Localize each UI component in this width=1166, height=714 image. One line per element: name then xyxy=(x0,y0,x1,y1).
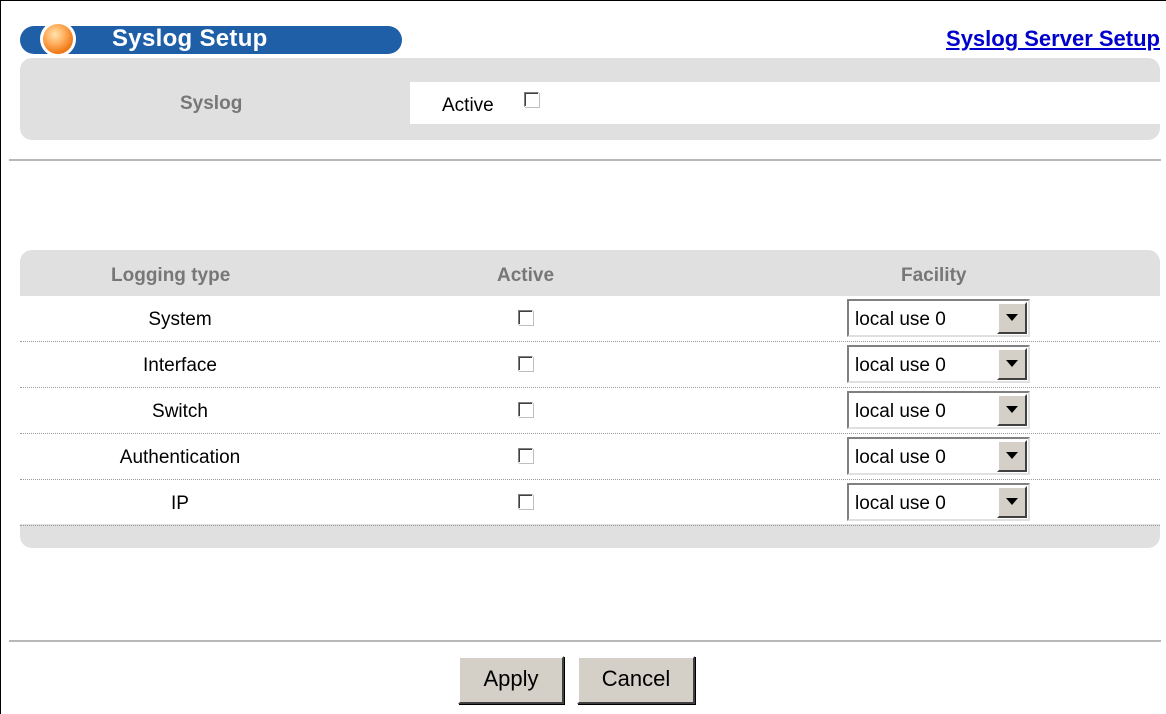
frame-top-border xyxy=(0,0,1166,1)
chevron-down-icon[interactable] xyxy=(997,348,1027,380)
cancel-button[interactable]: Cancel xyxy=(577,656,695,704)
syslog-server-setup-link[interactable]: Syslog Server Setup xyxy=(946,26,1160,52)
chevron-down-icon[interactable] xyxy=(997,394,1027,426)
divider-top xyxy=(9,159,1161,162)
page-title: Syslog Setup xyxy=(112,25,268,52)
table-row: Interface local use 0 xyxy=(20,342,1160,388)
chevron-down-icon[interactable] xyxy=(997,440,1027,472)
logging-type-label: System xyxy=(148,309,212,330)
syslog-value-cell: Active xyxy=(410,82,1160,124)
facility-value: local use 0 xyxy=(855,493,946,514)
facility-select[interactable]: local use 0 xyxy=(847,483,1030,521)
logging-type-label: Switch xyxy=(152,401,208,422)
facility-select[interactable]: local use 0 xyxy=(847,345,1030,383)
syslog-label: Syslog xyxy=(180,93,243,114)
chevron-down-icon[interactable] xyxy=(997,302,1027,334)
column-header-facility: Facility xyxy=(901,265,967,286)
active-checkbox[interactable] xyxy=(518,310,533,325)
active-checkbox[interactable] xyxy=(518,402,533,417)
syslog-active-label: Active xyxy=(442,95,494,116)
facility-value: local use 0 xyxy=(855,355,946,376)
chevron-down-icon[interactable] xyxy=(997,486,1027,518)
logging-type-label: Authentication xyxy=(119,447,241,468)
syslog-row: Syslog Active xyxy=(20,82,1160,124)
facility-value: local use 0 xyxy=(855,309,946,330)
logging-type-label: IP xyxy=(171,493,189,514)
divider-bottom xyxy=(9,640,1161,643)
column-header-logging-type: Logging type xyxy=(111,265,231,286)
active-checkbox[interactable] xyxy=(518,448,533,463)
frame-left-border xyxy=(0,0,7,714)
facility-value: local use 0 xyxy=(855,447,946,468)
facility-select[interactable]: local use 0 xyxy=(847,437,1030,475)
table-row: System local use 0 xyxy=(20,296,1160,342)
syslog-active-checkbox[interactable] xyxy=(524,92,539,107)
facility-value: local use 0 xyxy=(855,401,946,422)
orange-ball-icon xyxy=(40,21,76,57)
apply-button[interactable]: Apply xyxy=(458,656,564,704)
syslog-label-cell: Syslog xyxy=(20,82,410,124)
facility-select[interactable]: local use 0 xyxy=(847,391,1030,429)
table-row: IP local use 0 xyxy=(20,480,1160,526)
table-row: Authentication local use 0 xyxy=(20,434,1160,480)
table-row: Switch local use 0 xyxy=(20,388,1160,434)
active-checkbox[interactable] xyxy=(518,494,533,509)
column-header-active: Active xyxy=(497,265,555,286)
active-checkbox[interactable] xyxy=(518,356,533,371)
facility-select[interactable]: local use 0 xyxy=(847,299,1030,337)
logging-type-label: Interface xyxy=(143,355,217,376)
